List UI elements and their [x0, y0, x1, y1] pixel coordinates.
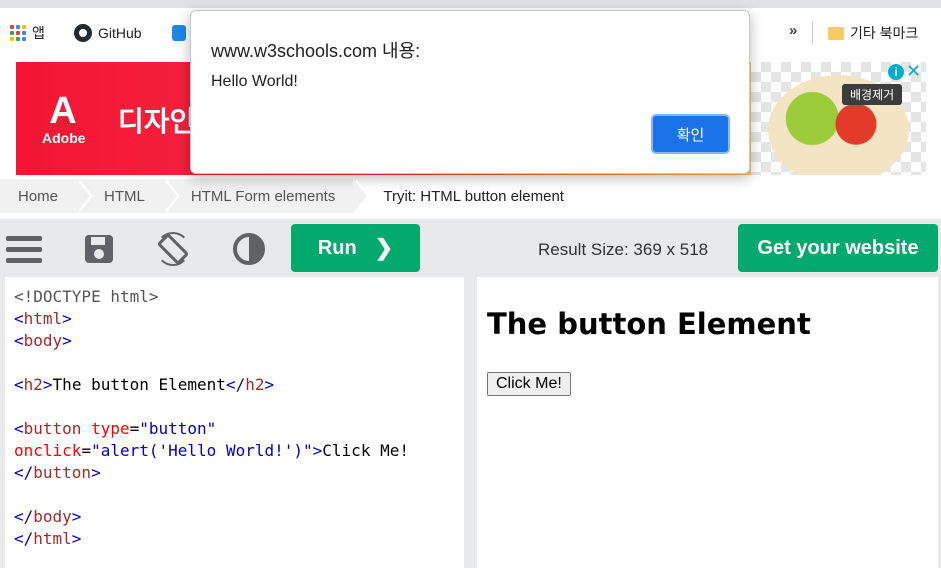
breadcrumb-current: Tryit: HTML button element	[353, 179, 582, 213]
ad-headline: 디자인	[118, 106, 196, 137]
code-onclick-val: "alert('Hello World!')"	[91, 441, 313, 460]
rotate-icon[interactable]	[156, 232, 190, 266]
code-button-open: button	[23, 419, 82, 438]
adobe-logo: A Adobe	[42, 90, 86, 148]
github-icon	[74, 24, 92, 42]
bookmark-github[interactable]: GitHub	[74, 22, 142, 44]
tryit-toolbar: Run ❯ Result Size: 369 x 518 Get your we…	[0, 219, 941, 277]
code-type-attr: type	[91, 419, 130, 438]
result-heading: The button Element	[487, 307, 811, 341]
bookmark-apps[interactable]: 앱	[10, 22, 45, 44]
ad-remove-bg-label: 배경제거	[842, 84, 903, 105]
ad-close-icon[interactable]: ✕	[906, 62, 924, 80]
run-button[interactable]: Run ❯	[291, 224, 420, 272]
code-type-val: "button"	[139, 419, 217, 438]
code-onclick-attr: onclick	[14, 441, 82, 460]
ad-info-icon[interactable]: i	[888, 64, 904, 80]
adobe-logo-word: Adobe	[42, 130, 86, 146]
code-body-close: body	[33, 507, 72, 526]
bookmark-github-label: GitHub	[98, 25, 142, 41]
code-html-open: html	[23, 309, 63, 328]
code-editor[interactable]: <!DOCTYPE html> <html> <body> <h2>The bu…	[5, 277, 464, 568]
dialog-title: www.w3schools.com 내용:	[211, 41, 421, 61]
code-html-close: html	[33, 529, 72, 548]
breadcrumb: Home HTML HTML Form elements Tryit: HTML…	[0, 179, 941, 213]
get-website-button[interactable]: Get your website	[738, 224, 938, 272]
code-h2-close: h2	[245, 375, 265, 394]
adobe-logo-mark: A	[49, 90, 77, 132]
result-size: Result Size: 369 x 518	[538, 240, 709, 259]
code-body-open: body	[23, 331, 63, 350]
apps-grid-icon	[10, 25, 26, 41]
chevron-right-icon: ❯	[374, 235, 394, 260]
bookmark-other[interactable]: 기타 북마크	[828, 22, 918, 44]
bookmark-divider	[812, 22, 813, 44]
dialog-ok-button[interactable]: 확인	[651, 114, 730, 154]
save-icon[interactable]	[83, 232, 117, 266]
bookmark-other-label: 기타 북마크	[850, 25, 919, 41]
bookmark-apps-label: 앱	[32, 25, 45, 41]
run-button-label: Run	[317, 236, 357, 259]
theme-toggle-icon[interactable]	[232, 232, 266, 266]
code-button-text: Click Me!	[322, 441, 409, 460]
breadcrumb-form-elements[interactable]: HTML Form elements	[162, 179, 371, 213]
menu-icon[interactable]	[6, 232, 42, 266]
bookmark-site-icon[interactable]	[172, 25, 186, 41]
address-bar-strip	[0, 0, 941, 8]
alert-dialog: www.w3schools.com 내용: Hello World! 확인	[190, 10, 750, 174]
code-h2-open: h2	[23, 375, 43, 394]
code-h2-text: The button Element	[52, 375, 226, 394]
code-doctype: <!DOCTYPE html>	[14, 287, 159, 306]
breadcrumb-home[interactable]: Home	[0, 179, 94, 213]
result-frame: The button Element Click Me!	[477, 277, 938, 568]
folder-icon	[828, 26, 844, 40]
dialog-message: Hello World!	[211, 73, 298, 90]
code-button-close: button	[33, 463, 92, 482]
click-me-button[interactable]: Click Me!	[487, 372, 571, 396]
more-bookmarks-button[interactable]: »	[789, 22, 797, 39]
